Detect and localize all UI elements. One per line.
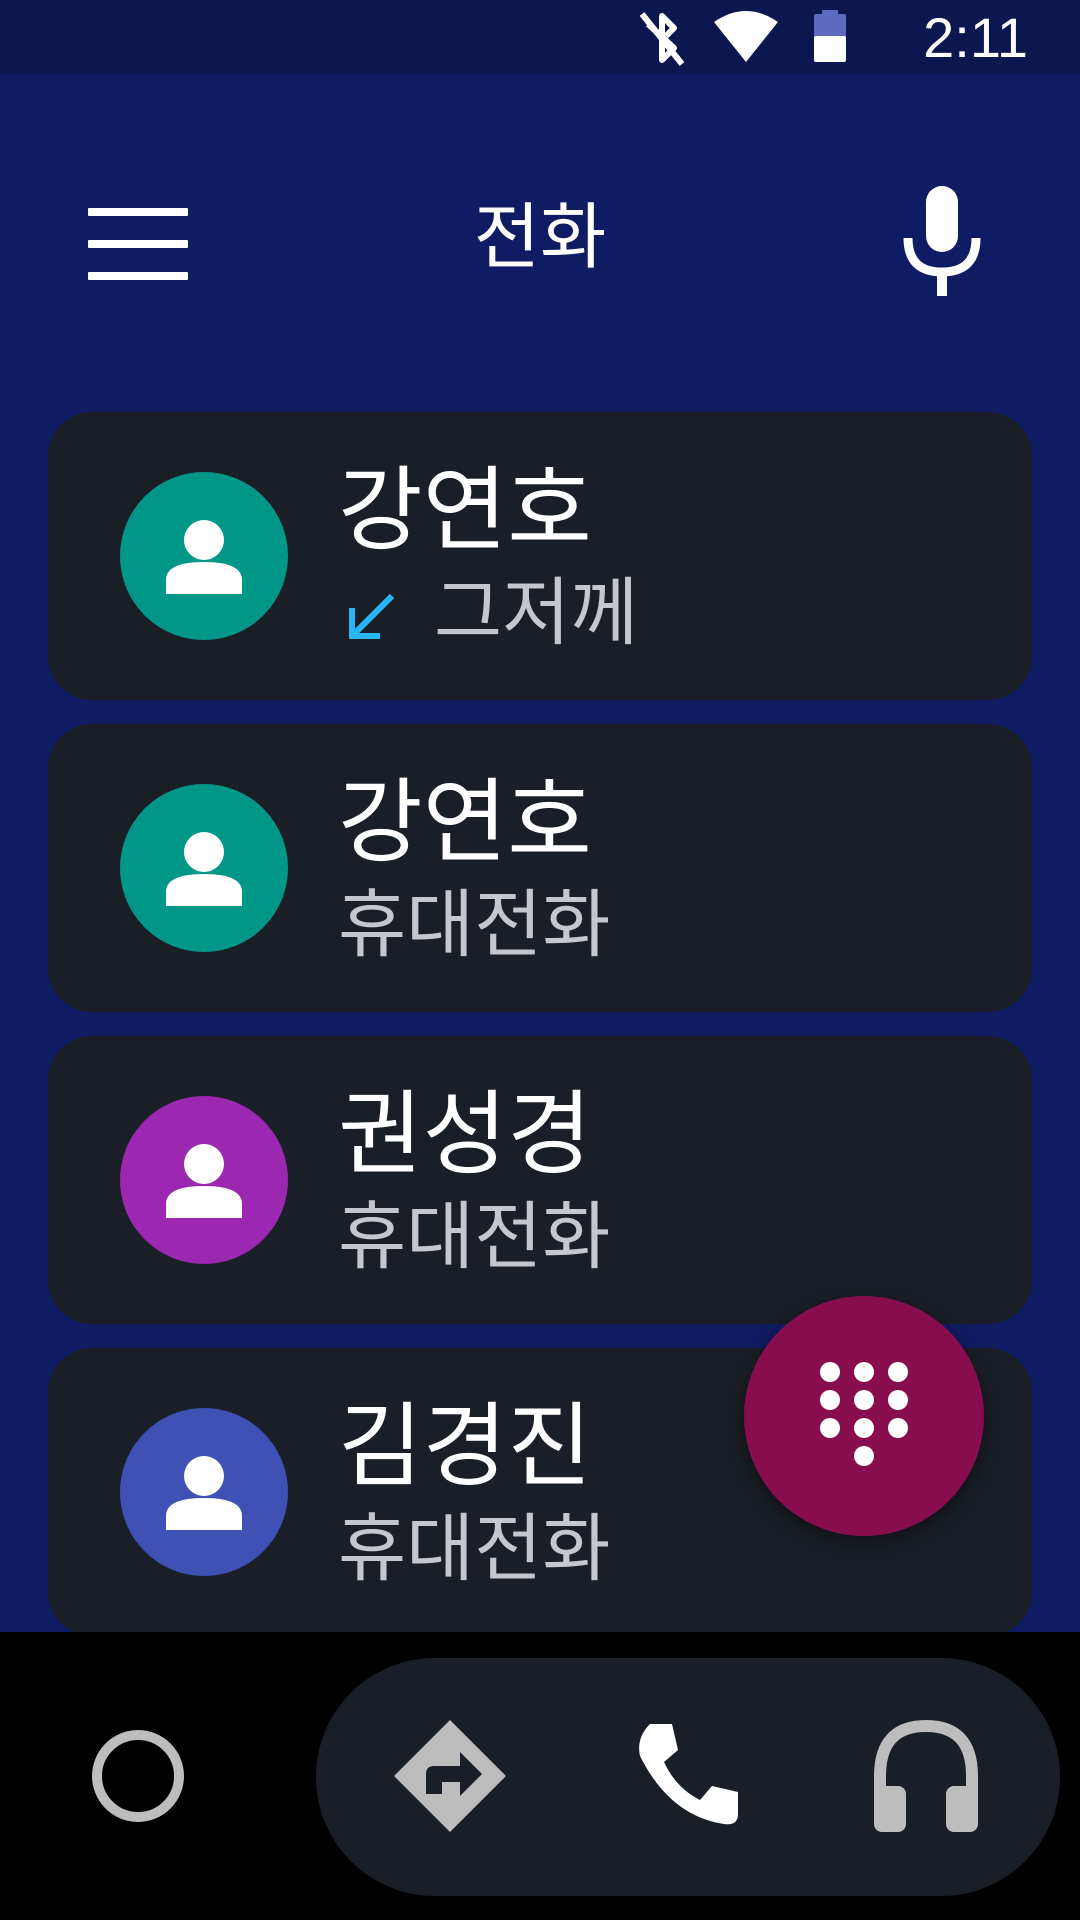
dialpad-button[interactable] (744, 1296, 984, 1536)
avatar (120, 1408, 288, 1576)
dialpad-icon (820, 1362, 908, 1466)
list-item[interactable]: 강연호 휴대전화 (48, 724, 1032, 1012)
contact-name: 강연호 (338, 769, 592, 876)
call-detail: 그저께 (434, 570, 639, 656)
contact-name: 강연호 (338, 457, 592, 564)
wifi-icon (714, 11, 778, 62)
status-time: 2:11 (923, 6, 1028, 69)
home-icon[interactable] (92, 1730, 184, 1822)
person-icon (166, 832, 242, 906)
person-icon (166, 1144, 242, 1218)
phone-icon[interactable] (626, 1716, 746, 1836)
bottom-nav-bar (0, 1632, 1080, 1920)
call-detail: 휴대전화 (338, 1194, 611, 1280)
contact-name: 권성경 (338, 1081, 592, 1188)
bluetooth-off-icon (639, 12, 685, 66)
navigation-icon[interactable] (390, 1716, 510, 1836)
avatar (120, 784, 288, 952)
status-bar: 2:11 (0, 0, 1080, 74)
list-item[interactable]: 권성경 휴대전화 (48, 1036, 1032, 1324)
app-launcher-pill (316, 1658, 1060, 1896)
app-bar: 전화 (0, 74, 1080, 404)
battery-icon (814, 10, 846, 62)
call-detail: 휴대전화 (338, 1506, 611, 1592)
headphones-icon[interactable] (866, 1716, 986, 1836)
avatar (120, 1096, 288, 1264)
person-icon (166, 520, 242, 594)
call-detail: 휴대전화 (338, 882, 611, 968)
contact-name: 김경진 (338, 1393, 592, 1500)
person-icon (166, 1456, 242, 1530)
incoming-call-icon (349, 593, 395, 639)
avatar (120, 472, 288, 640)
mic-icon[interactable] (900, 186, 984, 298)
list-item[interactable]: 강연호 그저께 (48, 412, 1032, 700)
